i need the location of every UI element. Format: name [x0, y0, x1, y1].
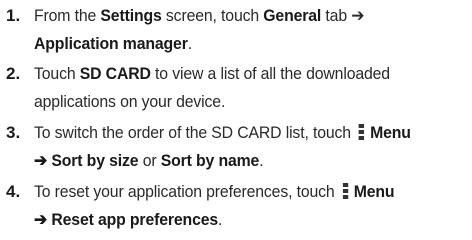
step-text: To switch the order of the SD CARD list,… — [34, 119, 436, 175]
settings-label: Settings — [100, 6, 162, 25]
text: . — [218, 210, 223, 229]
text: . — [187, 34, 192, 53]
menu-label: Menu — [353, 182, 395, 201]
application-manager-label: Application manager — [34, 34, 188, 53]
text: applications on your device. — [34, 92, 226, 111]
text: to view a list of all the downloaded — [150, 64, 390, 83]
reset-app-preferences-label: ➔ Reset app preferences — [34, 210, 219, 229]
text: From the — [34, 6, 101, 25]
step-text: From the Settings screen, touch General … — [34, 2, 436, 58]
text: or — [138, 151, 161, 170]
menu-icon — [342, 182, 349, 200]
step-number: 2. — [6, 64, 21, 83]
step-number: 3. — [6, 123, 21, 142]
sort-by-size-label: ➔ Sort by size — [34, 151, 139, 170]
text: screen, touch — [161, 6, 264, 25]
text: Touch — [34, 64, 80, 83]
step-text: To reset your application preferences, t… — [34, 178, 436, 234]
sd-card-label: SD CARD — [79, 64, 151, 83]
general-tab-label: General — [263, 6, 322, 25]
menu-label: Menu — [370, 123, 411, 142]
text: To switch the order of the SD CARD list,… — [34, 123, 356, 142]
text: . — [259, 151, 264, 170]
text: To reset your application preferences, t… — [34, 182, 339, 201]
step-number: 4. — [6, 182, 21, 201]
menu-icon — [358, 123, 365, 141]
step-text: Touch SD CARD to view a list of all the … — [34, 60, 436, 116]
instruction-steps: 1. From the Settings screen, touch Gener… — [0, 0, 472, 240]
text: tab ➔ — [321, 6, 365, 25]
step-number: 1. — [6, 6, 21, 25]
sort-by-name-label: Sort by name — [160, 151, 260, 170]
